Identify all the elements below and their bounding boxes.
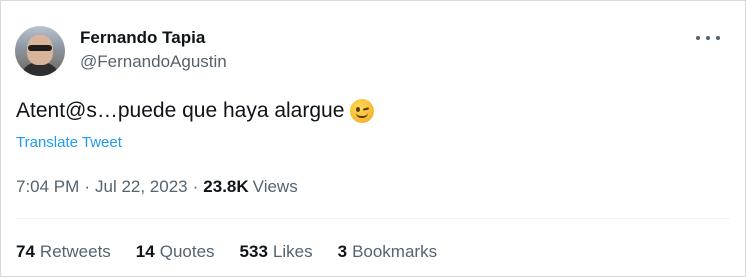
emoji-mouth [356, 113, 369, 118]
tweet-meta: 7:04 PM · Jul 22, 2023 · 23.8K Views [16, 177, 298, 197]
tweet-text-content: Atent@s…puede que haya alargue [16, 99, 345, 122]
retweets-stat[interactable]: 74 Retweets [16, 242, 111, 262]
emoji-eye-right [363, 107, 370, 111]
bookmarks-count: 3 [337, 242, 348, 261]
avatar-sunglasses [28, 45, 52, 51]
quotes-count: 14 [135, 242, 155, 261]
meta-separator: · [192, 177, 199, 196]
retweets-label: Retweets [39, 242, 111, 261]
tweet-time[interactable]: 7:04 PM [16, 177, 79, 197]
emoji-eye-left [356, 107, 361, 112]
views-count: 23.8K [203, 177, 249, 196]
likes-stat[interactable]: 533 Likes [240, 242, 313, 262]
more-options-icon[interactable] [696, 31, 720, 45]
tweet-card: Fernando Tapia @FernandoAgustin Atent@s…… [0, 0, 746, 277]
avatar[interactable] [15, 26, 65, 76]
retweets-count: 74 [16, 242, 35, 261]
bookmarks-stat[interactable]: 3 Bookmarks [338, 242, 438, 262]
meta-separator: · [84, 177, 90, 196]
tweet-date[interactable]: Jul 22, 2023 [95, 177, 188, 197]
author-name[interactable]: Fernando Tapia [80, 28, 205, 48]
dot [706, 36, 710, 40]
bookmarks-label: Bookmarks [352, 242, 438, 261]
tweet-text: Atent@s…puede que haya alargue [16, 99, 375, 123]
views-label: Views [252, 177, 298, 196]
dot [716, 36, 720, 40]
author-handle[interactable]: @FernandoAgustin [80, 52, 227, 72]
dot [696, 36, 700, 40]
tweet-stats: 74 Retweets 14 Quotes 533 Likes 3 Bookma… [16, 242, 462, 262]
quotes-stat[interactable]: 14 Quotes [136, 242, 215, 262]
winking-face-emoji-icon [350, 99, 375, 123]
likes-count: 533 [239, 242, 268, 261]
translate-tweet-link[interactable]: Translate Tweet [16, 134, 122, 151]
quotes-label: Quotes [159, 242, 215, 261]
divider [16, 218, 730, 219]
likes-label: Likes [272, 242, 313, 261]
